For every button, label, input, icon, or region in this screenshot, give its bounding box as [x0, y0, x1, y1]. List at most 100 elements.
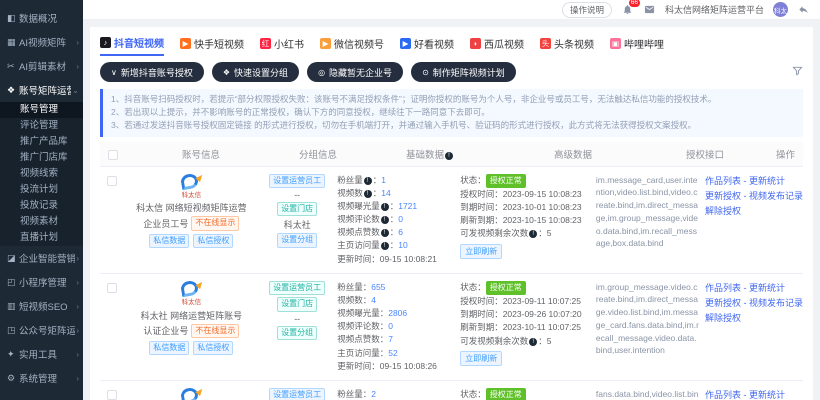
group-badge[interactable]: 设置分组: [277, 326, 317, 340]
group-badge[interactable]: 设置运营员工: [269, 388, 325, 400]
header-checkbox-cell: [100, 148, 126, 160]
remain-label: 可发视频剩余次数: [460, 228, 528, 238]
sidebar-item-label: 系统管理: [19, 371, 75, 385]
logo-pen: [196, 280, 205, 289]
operation-link[interactable]: 解除授权: [705, 311, 803, 326]
stat-separator: ：: [390, 240, 399, 250]
group-badge[interactable]: 设置门店: [277, 202, 317, 216]
tab-bilibili[interactable]: ▣哔哩哔哩: [610, 36, 664, 55]
refresh-auth-button[interactable]: 立即刷新: [460, 244, 502, 259]
sidebar-item-dashboard[interactable]: ◧数据概况: [0, 6, 83, 30]
stat-value: 2: [371, 389, 376, 399]
select-all-checkbox[interactable]: [108, 150, 118, 160]
adv-time-line: 授权时间：2023-09-15 10:08:23: [460, 188, 596, 201]
account-badge[interactable]: 私信授权: [193, 341, 233, 355]
sidebar-item-label: 实用工具: [19, 347, 75, 361]
sidebar-item-system[interactable]: ⚙系统管理›: [0, 366, 83, 390]
operation-link[interactable]: 更新授权 - 视频发布记录: [705, 296, 803, 311]
sidebar-item-account-matrix[interactable]: ❖账号矩阵运营⌄: [0, 78, 83, 102]
stat-value: 655: [371, 282, 385, 292]
adv-time-line: 刷新到期：2023-10-15 10:08:23: [460, 214, 596, 227]
sidebar-item-store-library[interactable]: 推广门店库: [0, 150, 83, 166]
bell-icon[interactable]: 66: [621, 3, 634, 16]
sidebar-item-tools[interactable]: ✦实用工具›: [0, 342, 83, 366]
stat-value: 4: [371, 295, 376, 305]
sidebar-item-ad-records[interactable]: 投放记录: [0, 198, 83, 214]
auth-scopes-cell: fans.data.bind,video.list.bind,im.messag…: [596, 388, 705, 400]
account-name-text: 科太社 网络运营矩阵账号: [124, 309, 260, 322]
button-label: 新增抖音账号授权: [121, 66, 193, 79]
account-badge[interactable]: 私信授权: [193, 234, 233, 248]
tab-toutiao[interactable]: 头头条视频: [540, 36, 594, 55]
tab-wechat-channels[interactable]: ▶微信视频号: [320, 36, 384, 55]
group-badge[interactable]: 设置运营员工: [269, 281, 325, 295]
tab-haokan[interactable]: ▶好看视频: [400, 36, 454, 55]
refresh-auth-button[interactable]: 立即刷新: [460, 351, 502, 366]
operation-link[interactable]: 解除授权: [705, 204, 803, 219]
haokan-icon: ▶: [400, 38, 411, 49]
sidebar-item-mini-program[interactable]: ◰小程序管理›: [0, 270, 83, 294]
row-checkbox-cell: [100, 174, 124, 266]
ai-video-matrix-icon: ▦: [7, 37, 19, 48]
filter-icon[interactable]: [792, 63, 803, 81]
status-label: 状态：: [460, 389, 486, 399]
add-auth-button[interactable]: ∨新增抖音账号授权: [100, 62, 204, 82]
sidebar-item-video-assets[interactable]: 视频素材: [0, 214, 83, 230]
accounts-table: 账号信息分组信息基础数据!高级数据授权接口操作 科太信科太信 网络短视频矩阵运营…: [100, 142, 803, 400]
sidebar-item-video-seo[interactable]: ▥短视频SEO›: [0, 294, 83, 318]
make-plan-button[interactable]: ⊙制作矩阵视频计划: [411, 62, 516, 82]
tab-xiaohongshu[interactable]: 红小红书: [260, 36, 304, 55]
row-checkbox[interactable]: [107, 390, 117, 400]
offline-badge[interactable]: 不在线显示: [191, 216, 239, 230]
account-badge[interactable]: 私信数据: [149, 234, 189, 248]
main-column: 操作说明 66 科太信网络矩阵运营平台 科太 ♪抖音短视频 ▶快手短视频红小红书 ▶…: [83, 0, 820, 400]
help-pill[interactable]: 操作说明: [562, 2, 612, 18]
adv-time-line: 授权时间：2023-09-11 10:07:25: [460, 295, 596, 308]
row-checkbox[interactable]: [107, 283, 117, 293]
mail-icon[interactable]: [643, 3, 656, 16]
operation-link[interactable]: 作品列表 - 更新统计: [705, 281, 803, 296]
sidebar-item-ai-clip-assets[interactable]: ✂AI剪辑素材›: [0, 54, 83, 78]
account-badge[interactable]: 私信数据: [149, 341, 189, 355]
tab-kuaishou[interactable]: ▶快手短视频: [180, 36, 244, 55]
sidebar-item-comment-manage[interactable]: 评论管理: [0, 118, 83, 134]
sidebar-item-enterprise-marketing[interactable]: ◪企业智能营销›: [0, 246, 83, 270]
status-line: 状态：授权正常: [460, 174, 596, 188]
adv-time-line: 刷新到期：2023-10-11 10:07:25: [460, 321, 596, 334]
sidebar-item-ad-plan[interactable]: 投流计划: [0, 182, 83, 198]
account-type-label: 认证企业号: [143, 324, 188, 337]
row-checkbox[interactable]: [107, 176, 117, 186]
button-label: 隐藏暂无企业号: [329, 66, 392, 79]
account-brand: 科太信: [124, 192, 260, 200]
hide-non-enterprise-button[interactable]: ◎隐藏暂无企业号: [307, 62, 403, 82]
stat-value: 6: [398, 227, 403, 237]
tab-xigua[interactable]: ◗西瓜视频: [470, 36, 524, 55]
logout-icon[interactable]: [797, 3, 810, 16]
sidebar-submenu: 账号管理评论管理推广产品库推广门店库视频线索投流计划投放记录视频素材直播计划: [0, 102, 83, 246]
quick-group-button[interactable]: ❖快速设置分组: [212, 62, 299, 82]
group-badge[interactable]: 设置运营员工: [269, 174, 325, 188]
sidebar-item-ai-video-matrix[interactable]: ▦AI视频矩阵›: [0, 30, 83, 54]
group-badge[interactable]: 设置门店: [277, 297, 317, 311]
sidebar-item-product-library[interactable]: 推广产品库: [0, 134, 83, 150]
sidebar-item-video-leads[interactable]: 视频线索: [0, 166, 83, 182]
account-name: 科太信网络矩阵运营平台: [665, 3, 764, 16]
status-label: 状态：: [460, 175, 486, 185]
stat-value: 7: [388, 334, 393, 344]
operation-link[interactable]: 作品列表 - 更新统计: [705, 388, 803, 400]
group-badge[interactable]: 设置分组: [277, 233, 317, 247]
tab-douyin[interactable]: ♪抖音短视频: [100, 35, 164, 56]
avatar[interactable]: 科太: [773, 2, 788, 17]
sidebar-item-live-plan[interactable]: 直播计划: [0, 230, 83, 246]
offline-badge[interactable]: 不在线显示: [191, 324, 239, 338]
sidebar-item-account-manage[interactable]: 账号管理: [0, 102, 83, 118]
sidebar-item-official-account[interactable]: ◳公众号矩阵运营›: [0, 318, 83, 342]
kuaishou-icon: ▶: [180, 38, 191, 49]
operation-link[interactable]: 作品列表 - 更新统计: [705, 174, 803, 189]
operation-link[interactable]: 更新授权 - 视频发布记录: [705, 189, 803, 204]
stat-line: 视频数!：14: [337, 187, 460, 200]
table-header-row: 账号信息分组信息基础数据!高级数据授权接口操作: [100, 142, 803, 167]
auth-notice: 1、抖音账号扫码授权时，若提示“部分权限授权失败：该账号不满足授权条件”；证明你…: [100, 89, 803, 137]
column-header: 账号信息: [126, 147, 276, 161]
status-label: 状态：: [460, 282, 486, 292]
